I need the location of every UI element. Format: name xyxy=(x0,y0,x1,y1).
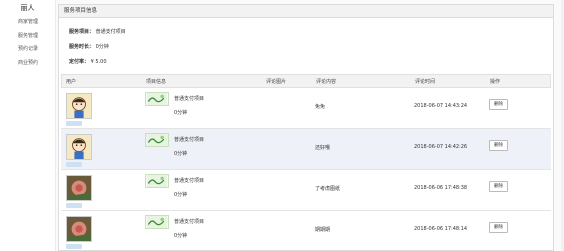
review-time: 2018-06-06 17:48:38 xyxy=(414,185,468,191)
review-time: 2018-06-06 17:48:14 xyxy=(414,226,468,232)
project-thumbnail xyxy=(145,92,169,106)
review-content: 还好哦 xyxy=(315,145,331,151)
user-name-blurred xyxy=(66,162,82,167)
service-name-row: 服务项目： 普通支付项目 xyxy=(69,28,126,35)
header-images: 评论图片 xyxy=(266,79,287,85)
brand-title: 丽人 xyxy=(20,4,35,12)
project-duration: 0分钟 xyxy=(174,233,188,239)
header-time: 评论时间 xyxy=(415,79,436,85)
project-name: 普通支付项目 xyxy=(174,137,205,143)
table-row: 普通支付项目 0分钟 了考虑图纸 2018-06-06 17:48:38 删除 xyxy=(61,170,551,211)
user-name-blurred xyxy=(66,203,82,208)
table-row: 普通支付项目 0分钟 免免 2018-06-07 14:43:24 删除 xyxy=(61,88,551,129)
review-table: 用户 项目信息 评论图片 评论内容 评论时间 操作 普通支付项目 0分钟 免免 … xyxy=(61,74,551,251)
header-project: 项目信息 xyxy=(146,79,167,85)
user-avatar xyxy=(66,134,92,160)
service-duration-value: 0分钟 xyxy=(95,44,109,50)
service-duration-row: 服务时长： 0分钟 xyxy=(69,43,109,50)
review-content: 期期期 xyxy=(315,227,331,233)
delete-button[interactable]: 删除 xyxy=(489,140,508,151)
delete-button[interactable]: 删除 xyxy=(489,222,508,233)
service-name-label: 服务项目： xyxy=(69,29,95,35)
sidebar-item-business[interactable]: 商业预约 xyxy=(0,57,55,71)
sidebar-item-service[interactable]: 服务管理 xyxy=(0,30,55,44)
review-time: 2018-06-07 14:43:24 xyxy=(414,103,468,109)
service-info: 服务项目： 普通支付项目 服务时长： 0分钟 定付率： ¥ 5.00 xyxy=(59,18,553,74)
project-thumbnail xyxy=(145,174,169,188)
project-name: 普通支付项目 xyxy=(174,219,205,225)
user-avatar xyxy=(66,216,92,242)
user-name-blurred xyxy=(66,121,82,126)
user-name-blurred xyxy=(66,244,82,249)
user-avatar xyxy=(66,93,92,119)
project-duration: 0分钟 xyxy=(174,151,188,157)
deposit-row: 定付率： ¥ 5.00 xyxy=(69,58,107,65)
panel-title: 服务项目信息 xyxy=(59,5,553,18)
project-name: 普通支付项目 xyxy=(174,96,205,102)
project-name: 普通支付项目 xyxy=(174,178,205,184)
review-content: 免免 xyxy=(315,104,326,110)
sidebar-item-merchant[interactable]: 商家管理 xyxy=(0,16,55,30)
project-duration: 0分钟 xyxy=(174,110,188,116)
header-content: 评论内容 xyxy=(316,79,337,85)
deposit-label: 定付率： xyxy=(69,59,90,65)
project-thumbnail xyxy=(145,133,169,147)
service-duration-label: 服务时长： xyxy=(69,44,95,50)
table-row: 普通支付项目 0分钟 还好哦 2018-06-07 14:42:26 删除 xyxy=(61,129,551,170)
delete-button[interactable]: 删除 xyxy=(489,99,508,110)
sidebar-item-appointments[interactable]: 预约记录 xyxy=(0,43,55,57)
sidebar: 丽人 商家管理 服务管理 预约记录 商业预约 xyxy=(0,0,56,251)
project-duration: 0分钟 xyxy=(174,192,188,198)
header-action: 操作 xyxy=(490,79,501,85)
service-name-value: 普通支付项目 xyxy=(95,29,126,35)
review-time: 2018-06-07 14:42:26 xyxy=(414,144,468,150)
header-user: 用户 xyxy=(66,79,77,85)
deposit-value: ¥ 5.00 xyxy=(90,59,107,65)
review-content: 了考虑图纸 xyxy=(315,186,341,192)
service-panel: 服务项目信息 服务项目： 普通支付项目 服务时长： 0分钟 定付率： ¥ 5.0… xyxy=(58,4,554,251)
project-thumbnail xyxy=(145,215,169,229)
main-area: 服务项目信息 服务项目： 普通支付项目 服务时长： 0分钟 定付率： ¥ 5.0… xyxy=(56,0,564,251)
table-row: 普通支付项目 0分钟 期期期 2018-06-06 17:48:14 删除 xyxy=(61,211,551,251)
user-avatar xyxy=(66,175,92,201)
delete-button[interactable]: 删除 xyxy=(489,181,508,192)
table-header: 用户 项目信息 评论图片 评论内容 评论时间 操作 xyxy=(61,74,551,88)
